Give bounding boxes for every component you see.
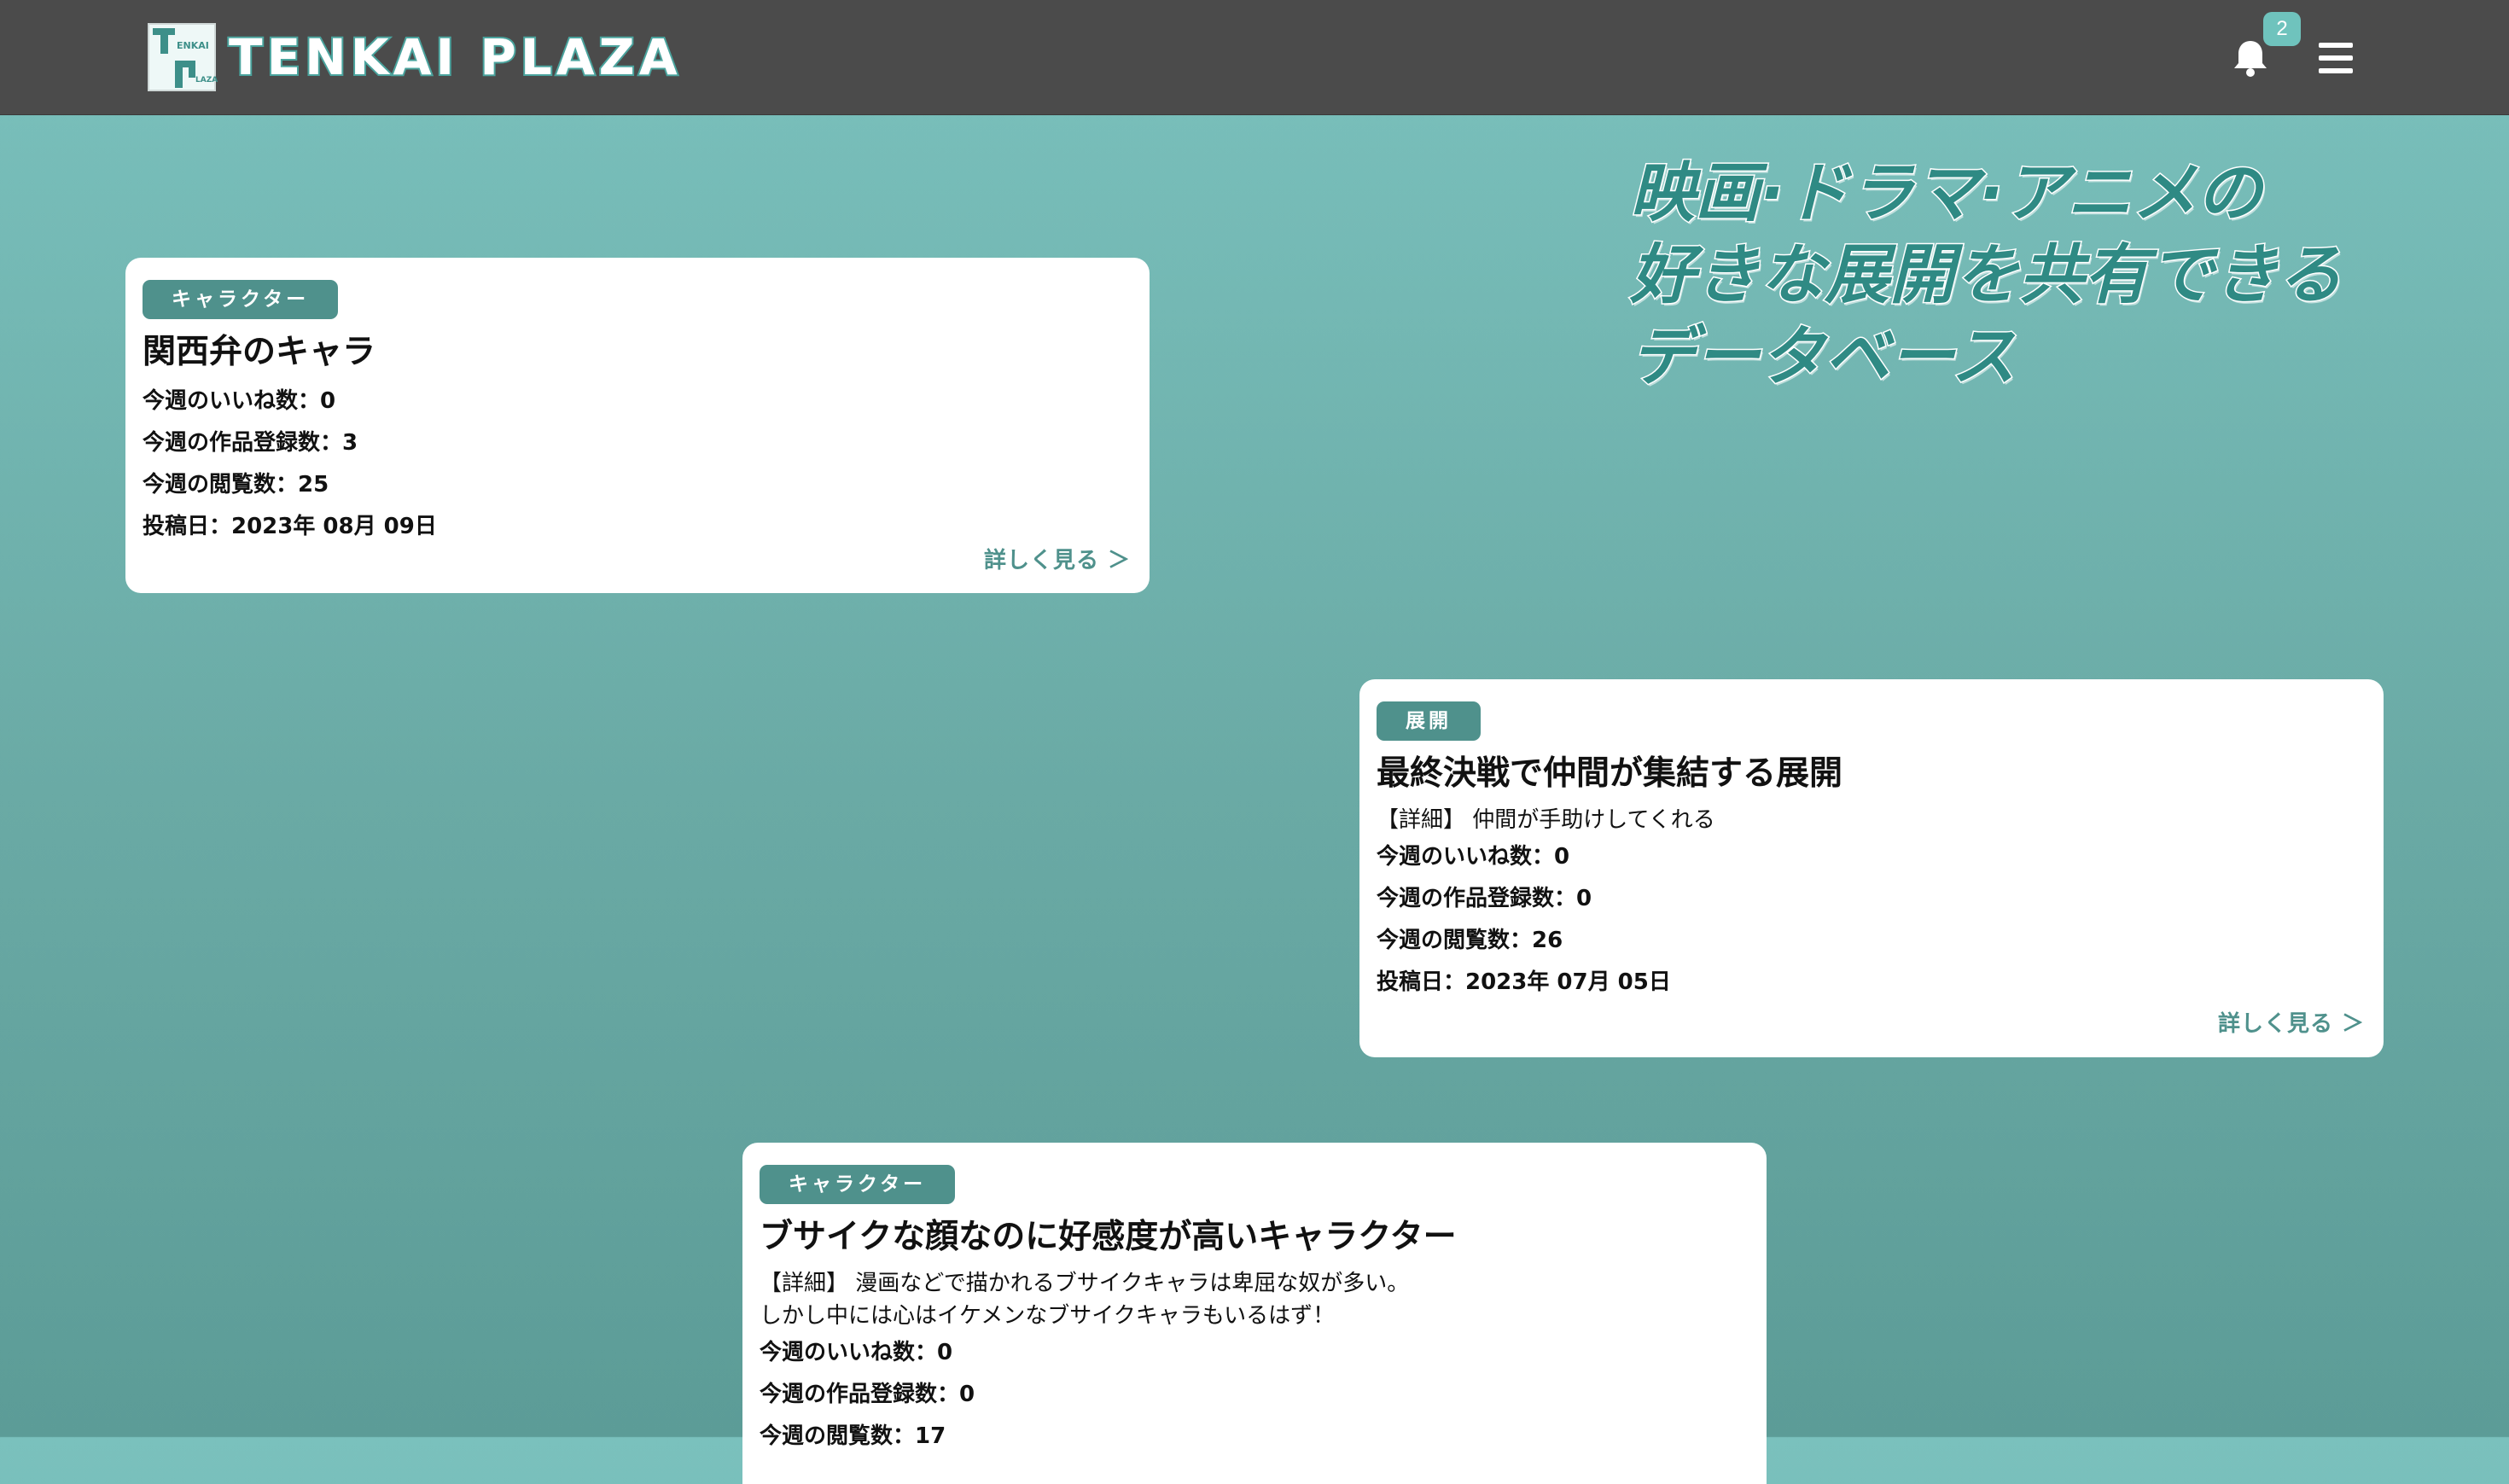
details-link[interactable]: 詳しく見る ＞ <box>984 543 1131 574</box>
post-detail: 【詳細】 仲間が手助けしてくれる <box>1377 807 1715 833</box>
weekly-views: 今週の閲覧数：26 <box>1377 928 1563 953</box>
menu-icon[interactable] <box>2319 43 2353 73</box>
post-detail: 【詳細】 漫画などで描かれるブサイクキャラは卑屈な奴が多い。 <box>760 1271 1410 1296</box>
hero-line: 映画·ドラマ·アニメの <box>1629 154 2263 232</box>
category-tag[interactable]: キャラクター <box>760 1165 956 1204</box>
details-link[interactable]: 詳しく見る ＞ <box>2218 1006 2365 1038</box>
weekly-works: 今週の作品登録数：0 <box>760 1382 975 1407</box>
hero-line: 好きな展開を共有できる <box>1629 236 2343 314</box>
category-tag[interactable]: 展開 <box>1377 701 1481 741</box>
weekly-works: 今週の作品登録数：3 <box>143 430 358 456</box>
post-title[interactable]: 関西弁のキャラ <box>143 329 1132 375</box>
weekly-likes: 今週のいいね数：0 <box>760 1340 953 1365</box>
hero-line: データベース <box>1629 317 2017 396</box>
post-card: キャラクター ブサイクな顔なのに好感度が高いキャラクター 【詳細】 漫画などで描… <box>742 1143 1767 1484</box>
weekly-likes: 今週のいいね数：0 <box>1377 844 1570 870</box>
hero-tagline: 映画·ドラマ·アニメの 好きな展開を共有できる データベース <box>1629 152 2483 398</box>
post-title[interactable]: ブサイクな顔なのに好感度が高いキャラクター <box>760 1214 1749 1260</box>
top-header: ENKAI LAZA TENKAI PLAZA 2 <box>0 0 2509 115</box>
notification-badge[interactable]: 2 <box>2263 12 2301 46</box>
post-card: 展開 最終決戦で仲間が集結する展開 【詳細】 仲間が手助けしてくれる 今週のいい… <box>1359 679 2384 1057</box>
weekly-views: 今週の閲覧数：25 <box>143 472 329 498</box>
post-title[interactable]: 最終決戦で仲間が集結する展開 <box>1377 751 2366 797</box>
post-detail: しかし中には心はイケメンなブサイクキャラもいるはず！ <box>760 1303 1336 1329</box>
logo-icon[interactable]: ENKAI LAZA <box>148 23 218 91</box>
bell-icon[interactable] <box>2231 38 2270 79</box>
weekly-works: 今週の作品登録数：0 <box>1377 886 1592 911</box>
posted-date: 投稿日：2023年 08月 09日 <box>143 514 437 539</box>
brand-name[interactable]: TENKAI PLAZA <box>227 26 682 89</box>
posted-date: 投稿日：2023年 07月 05日 <box>1377 969 1671 995</box>
post-card: キャラクター 関西弁のキャラ 今週のいいね数：0 今週の作品登録数：3 今週の閲… <box>125 258 1150 593</box>
category-tag[interactable]: キャラクター <box>143 280 339 319</box>
weekly-likes: 今週のいいね数：0 <box>143 388 336 414</box>
